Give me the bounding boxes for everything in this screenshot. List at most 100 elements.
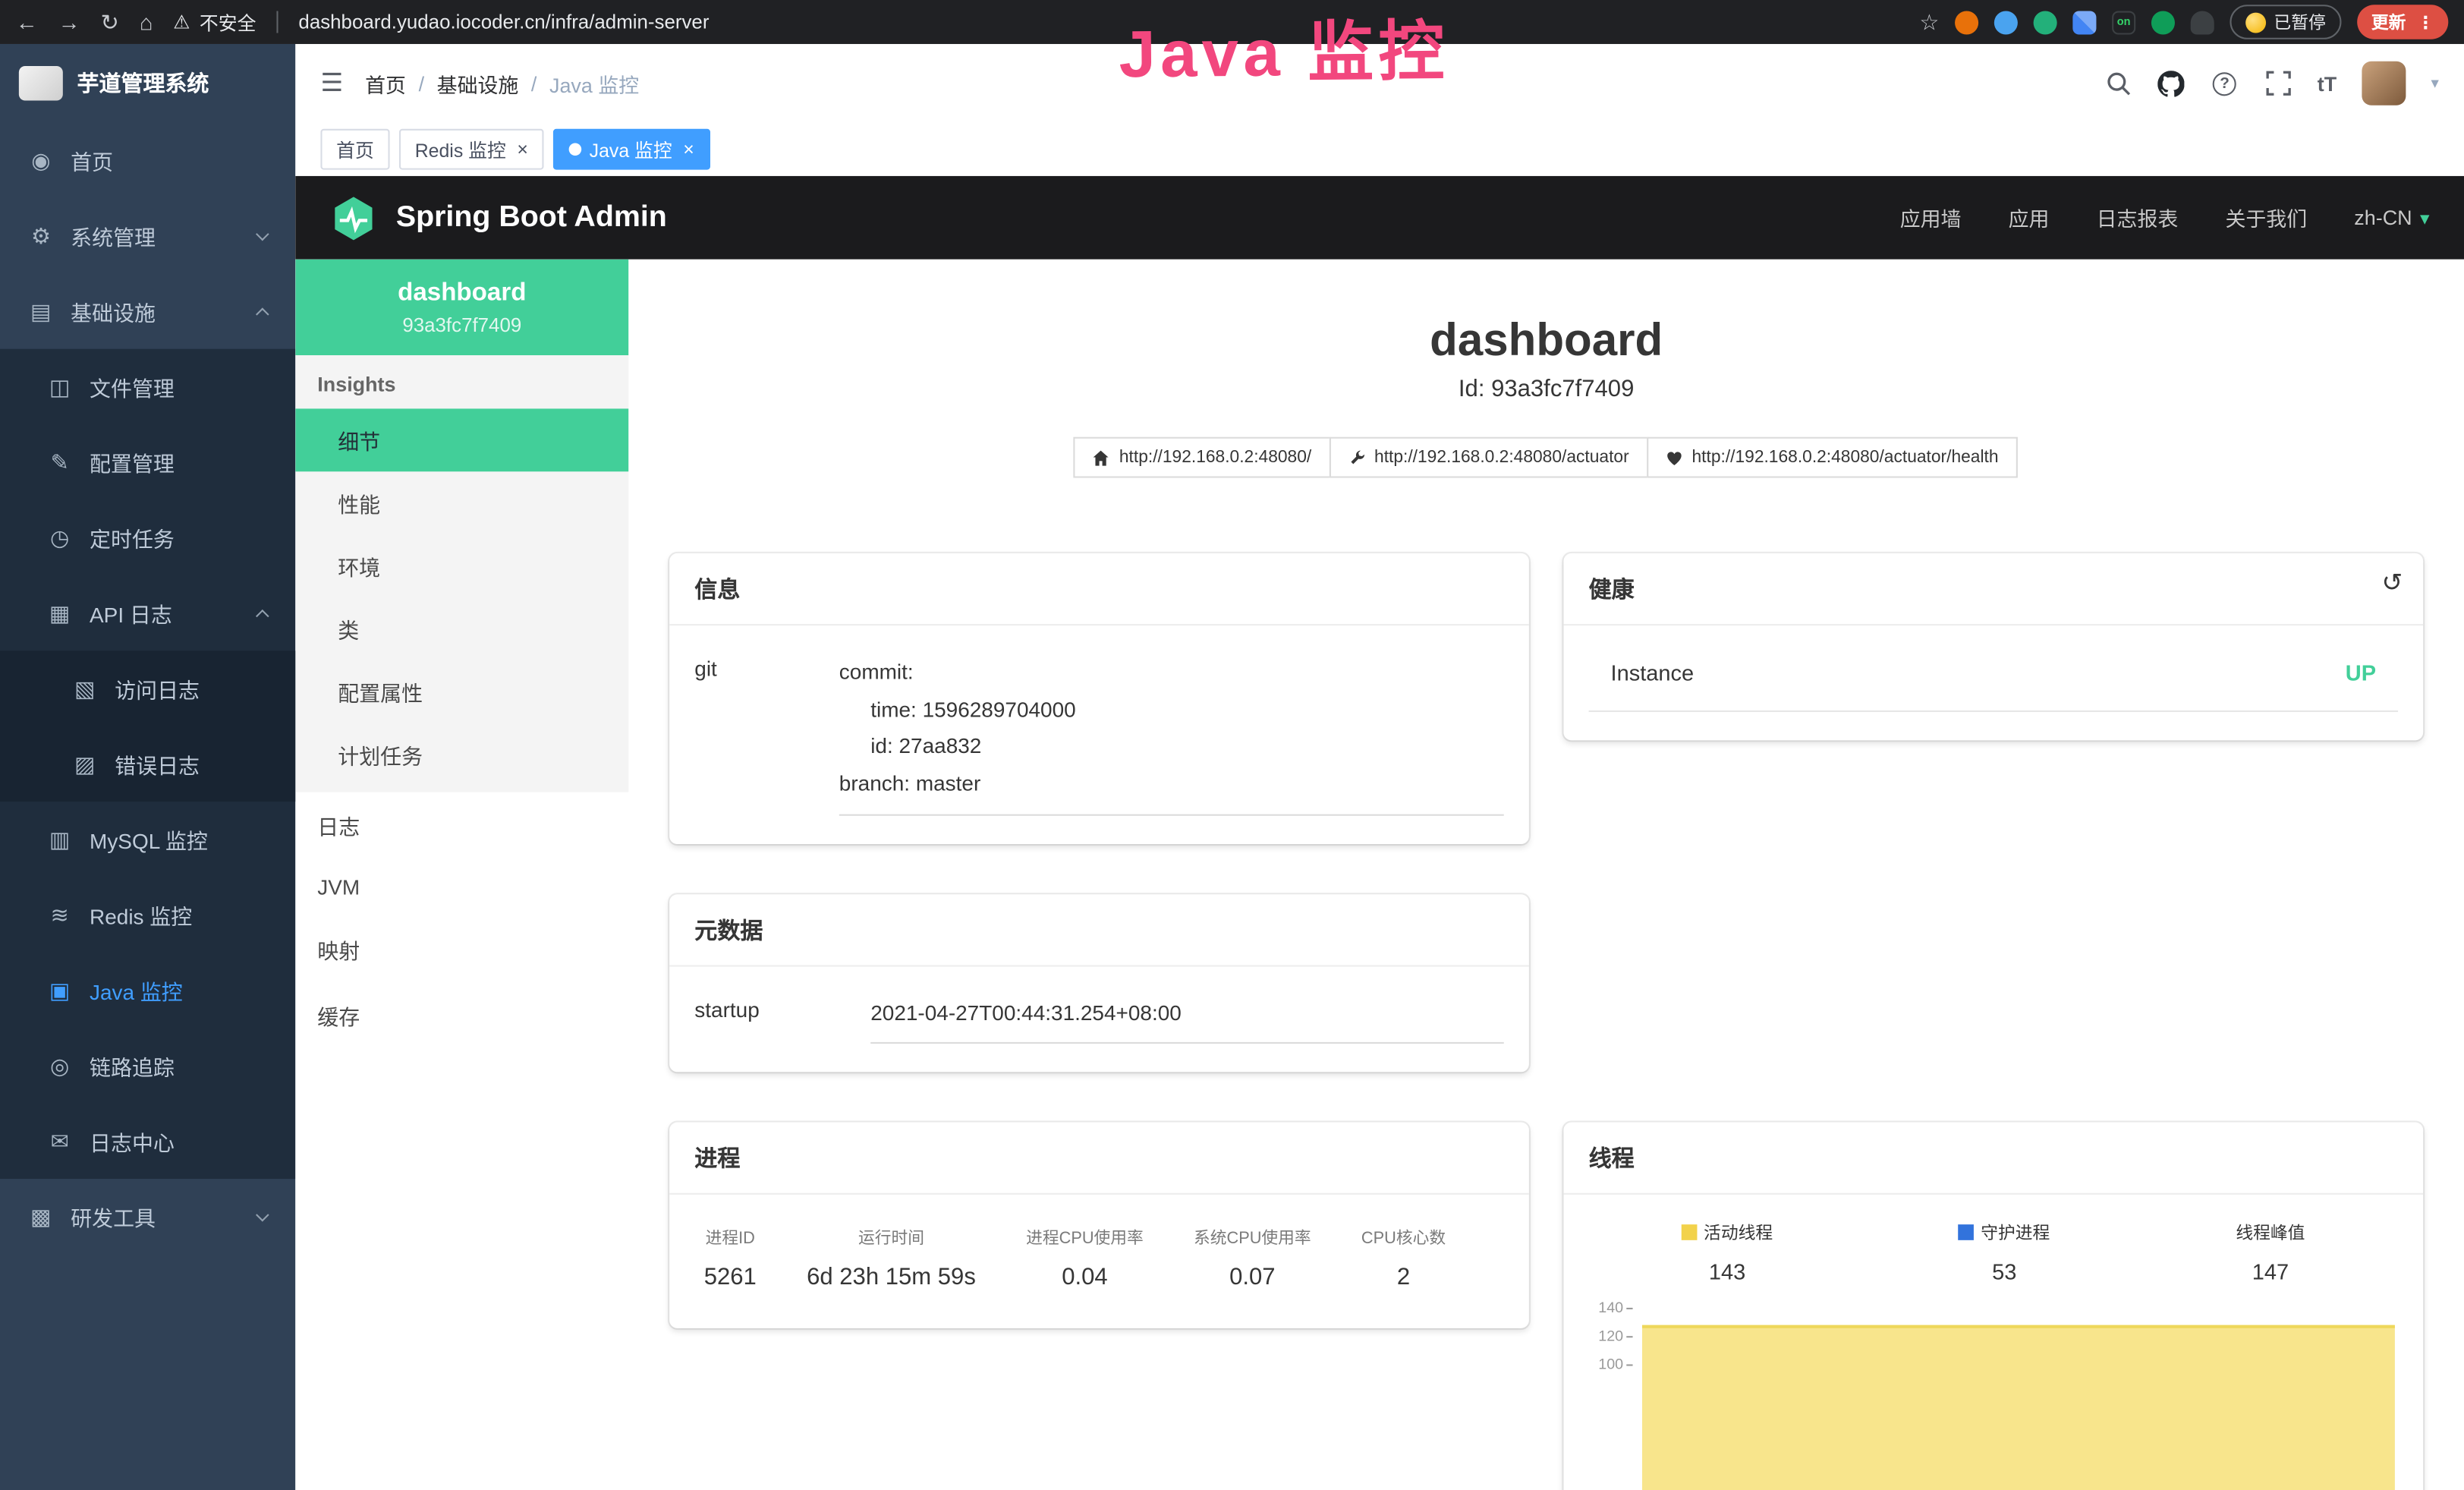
sidebar-item-scheduled-tasks[interactable]: 计划任务 [295,723,628,786]
instance-sidebar: dashboard 93a3fc7f7409 Insights 细节 性能 环境… [295,260,628,1490]
service-url-link[interactable]: http://192.168.0.2:48080/ [1074,437,1330,478]
link-label: http://192.168.0.2:48080/actuator [1374,448,1629,467]
metric-cpu-cores: CPU核心数 2 [1361,1226,1446,1290]
sba-brand-title: Spring Boot Admin [396,200,667,235]
instance-id: 93a3fc7f7409 [308,314,616,336]
extension-switch-icon[interactable]: on [2112,10,2135,33]
metric-label: 系统CPU使用率 [1194,1226,1311,1249]
reload-icon[interactable]: ↻ [101,11,119,33]
help-glyph: ? [2213,71,2236,95]
brand-title: 芋道管理系统 [77,68,209,99]
health-url-link[interactable]: http://192.168.0.2:48080/actuator/health [1646,437,2017,478]
nav-applications-wall[interactable]: 应用墙 [1900,203,1962,232]
nav-about[interactable]: 关于我们 [2225,203,2307,232]
address-bar[interactable]: dashboard.yudao.iocoder.cn/infra/admin-s… [298,11,709,33]
tab-redis-monitor[interactable]: Redis 监控 × [399,129,544,170]
sidebar-item-config-manage[interactable]: ✎ 配置管理 [0,424,295,499]
breadcrumb-home[interactable]: 首页 [365,68,406,98]
extension-leaf-icon[interactable] [2151,10,2175,33]
nav-applications[interactable]: 应用 [2009,203,2050,232]
legend-label: 活动线程 [1704,1220,1773,1245]
update-button[interactable]: 更新 ⋮ [2357,5,2448,39]
wrench-icon [1348,449,1365,466]
metadata-row-startup: startup 2021-04-27T00:44:31.254+08:00 [694,994,1503,1044]
sidebar-item-caches[interactable]: 缓存 [295,982,628,1048]
topbar-actions: ? tT ▾ [2104,61,2439,106]
breadcrumb-infra[interactable]: 基础设施 [437,68,519,98]
close-icon[interactable]: × [683,138,694,160]
sidebar-item-metrics[interactable]: 性能 [295,471,628,534]
sidebar-item-tracing[interactable]: ◎ 链路追踪 [0,1028,295,1103]
link-label: http://192.168.0.2:48080/actuator/health [1691,448,1998,467]
extension-fox-icon[interactable] [1955,10,1978,33]
search-icon[interactable] [2104,69,2132,97]
paused-badge[interactable]: 已暂停 [2230,5,2341,39]
sidebar-item-system[interactable]: ⚙ 系统管理 [0,198,295,273]
sidebar-item-file-manage[interactable]: ◫ 文件管理 [0,349,295,424]
info-card: 信息 git commit: time: 1596289704000 id: 2… [669,553,1529,843]
legend-peak-threads: 线程峰值 147 [2236,1220,2305,1284]
legend-value: 147 [2252,1259,2289,1284]
actuator-url-link[interactable]: http://192.168.0.2:48080/actuator [1329,437,1648,478]
sidebar-item-home[interactable]: ◉ 首页 [0,123,295,198]
extensions-puzzle-icon[interactable] [2191,10,2214,33]
gear-icon: ⚙ [28,222,53,249]
close-icon[interactable]: × [517,138,528,160]
info-key: git [694,654,839,814]
nav-journal[interactable]: 日志报表 [2097,203,2179,232]
sidebar-item-log-center[interactable]: ✉ 日志中心 [0,1104,295,1179]
security-indicator[interactable]: ⚠ 不安全 [173,8,256,35]
sidebar-item-infra[interactable]: ▤ 基础设施 [0,273,295,348]
sidebar-item-classes[interactable]: 类 [295,597,628,660]
breadcrumb-current: Java 监控 [549,68,639,98]
avatar[interactable] [2362,61,2406,106]
sidebar-item-redis-monitor[interactable]: ≋ Redis 监控 [0,877,295,953]
instance-links: http://192.168.0.2:48080/ http://192.168… [628,437,2464,478]
extension-grid-icon[interactable] [2072,10,2096,33]
extension-green-icon[interactable] [2034,10,2057,33]
insights-label: Insights [295,355,628,408]
locale-selector[interactable]: zh-CN ▾ [2354,206,2429,229]
link-label: http://192.168.0.2:48080/ [1119,448,1311,467]
git-commit-line: commit: [839,654,1504,691]
git-branch-line: branch: master [839,765,1504,802]
log-center-icon: ✉ [47,1128,72,1155]
card-body: Instance UP [1563,625,2423,740]
page-annotation: Java 监控 [1119,0,1449,97]
sidebar-item-config-props[interactable]: 配置属性 [295,660,628,723]
bookmark-icon[interactable]: ☆ [1919,11,1939,33]
sidebar-item-logs[interactable]: 日志 [295,792,628,858]
instance-name: dashboard [308,280,616,308]
screen: ← → ↻ ⌂ ⚠ 不安全 dashboard.yudao.iocoder.cn… [0,0,2464,1490]
sidebar-item-access-logs[interactable]: ▧ 访问日志 [0,650,295,726]
forward-icon[interactable]: → [58,11,80,33]
active-tab-dot [569,143,582,156]
fullscreen-icon[interactable] [2264,69,2292,97]
sidebar-item-api-logs[interactable]: ▦ API 日志 [0,575,295,650]
extension-drop-icon[interactable] [1994,10,2018,33]
sidebar-item-label: Java 监控 [90,975,183,1006]
sidebar-item-details[interactable]: 细节 [295,408,628,471]
tab-home[interactable]: 首页 [320,129,389,170]
sidebar-item-devtools[interactable]: ▩ 研发工具 [0,1179,295,1254]
sidebar-item-environment[interactable]: 环境 [295,534,628,597]
sidebar-item-mappings[interactable]: 映射 [295,916,628,982]
browser-home-icon[interactable]: ⌂ [140,11,153,33]
tab-java-monitor[interactable]: Java 监控 × [553,129,710,170]
sidebar-item-jvm[interactable]: JVM [295,858,628,917]
sidebar-item-scheduled-jobs[interactable]: ◷ 定时任务 [0,500,295,575]
github-icon[interactable] [2157,69,2186,97]
sidebar-item-java-monitor[interactable]: ▣ Java 监控 [0,953,295,1028]
font-size-icon[interactable]: tT [2318,71,2337,95]
kebab-menu-icon[interactable]: ⋮ [2417,12,2434,33]
sidebar-item-mysql-monitor[interactable]: ▥ MySQL 监控 [0,802,295,877]
metadata-key: startup [694,994,870,1044]
sidebar-item-error-logs[interactable]: ▨ 错误日志 [0,726,295,802]
help-icon[interactable]: ? [2211,69,2239,97]
metric-value: 2 [1361,1264,1446,1290]
hamburger-icon[interactable]: ☰ [320,68,343,99]
history-icon[interactable]: ↺ [2381,568,2403,599]
avatar-caret-icon[interactable]: ▾ [2431,74,2438,92]
sidebar-item-label: 基础设施 [71,295,156,326]
back-icon[interactable]: ← [16,11,38,33]
